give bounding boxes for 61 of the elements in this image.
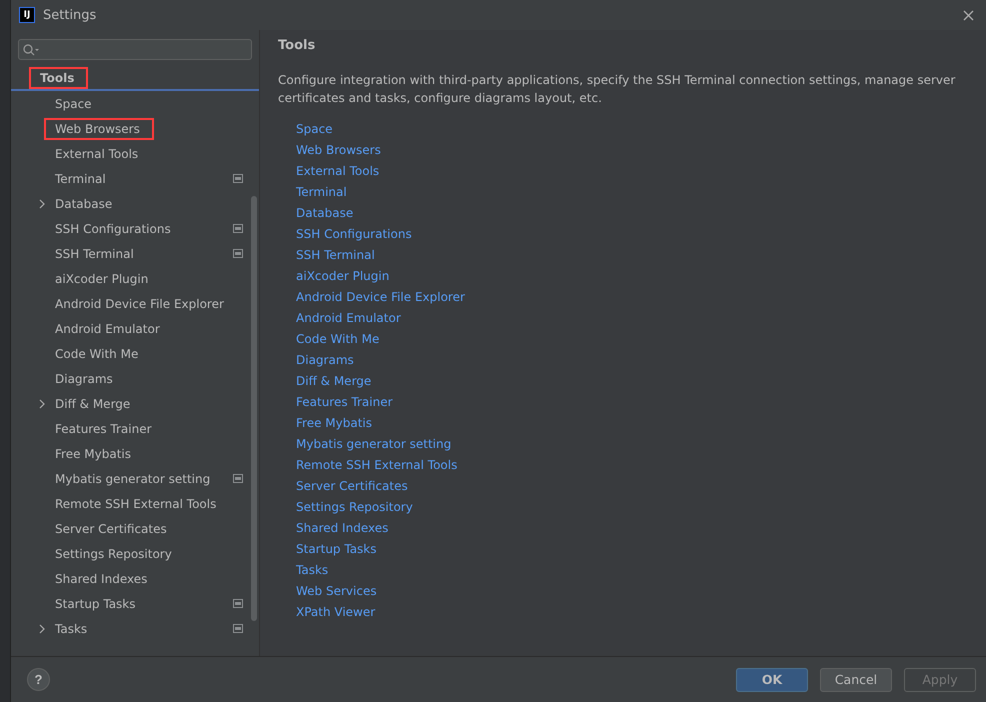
settings-link[interactable]: Android Device File Explorer xyxy=(296,287,465,308)
chevron-icon[interactable] xyxy=(39,399,45,409)
search-field[interactable] xyxy=(18,39,252,60)
close-icon[interactable] xyxy=(963,10,974,20)
scrollbar-thumb[interactable] xyxy=(251,196,257,621)
tree-item[interactable]: Free Mybatis xyxy=(11,441,259,466)
tree-item[interactable]: Terminal xyxy=(11,166,259,191)
settings-link[interactable]: Settings Repository xyxy=(296,497,413,518)
tree-item[interactable]: Android Emulator xyxy=(11,316,259,341)
tree-item[interactable]: Tasks xyxy=(11,616,259,641)
settings-link[interactable]: Free Mybatis xyxy=(296,413,372,434)
settings-link[interactable]: aiXcoder Plugin xyxy=(296,266,390,287)
chevron-icon[interactable] xyxy=(39,199,45,209)
tree-item[interactable]: aiXcoder Plugin xyxy=(11,266,259,291)
tree-item[interactable]: Android Device File Explorer xyxy=(11,291,259,316)
tree-item[interactable]: SSH Terminal xyxy=(11,241,259,266)
search-icon xyxy=(23,44,40,56)
settings-link[interactable]: External Tools xyxy=(296,161,380,182)
tree-item[interactable]: Remote SSH External Tools xyxy=(11,491,259,516)
dialog-button[interactable]: OK xyxy=(736,668,808,692)
tree-item[interactable]: Startup Tasks xyxy=(11,591,259,616)
section-title: Tools xyxy=(278,38,316,53)
settings-link[interactable]: Startup Tasks xyxy=(296,539,377,560)
tree-item[interactable]: Diagrams xyxy=(11,366,259,391)
settings-link[interactable]: Mybatis generator setting xyxy=(296,434,452,455)
settings-link[interactable]: Diff & Merge xyxy=(296,371,372,392)
tree-item[interactable]: Database xyxy=(11,191,259,216)
tree-item[interactable]: Shared Indexes xyxy=(11,566,259,591)
settings-link[interactable]: Shared Indexes xyxy=(296,518,388,539)
settings-link[interactable]: Tasks xyxy=(296,560,328,581)
help-button[interactable]: ? xyxy=(27,668,50,691)
tree-item[interactable]: Features Trainer xyxy=(11,416,259,441)
settings-link[interactable]: Remote SSH External Tools xyxy=(296,455,458,476)
settings-link[interactable]: Terminal xyxy=(296,182,347,203)
app-logo: IJ xyxy=(19,7,35,23)
tree-item[interactable]: SSH Configurations xyxy=(11,216,259,241)
settings-link[interactable]: Code With Me xyxy=(296,329,380,350)
tree-item[interactable]: External Tools xyxy=(11,141,259,166)
tree-item[interactable]: Space xyxy=(11,91,259,116)
settings-link[interactable]: Server Certificates xyxy=(296,476,408,497)
tree-item[interactable]: Settings Repository xyxy=(11,541,259,566)
settings-link[interactable]: Web Browsers xyxy=(296,140,381,161)
settings-link[interactable]: Database xyxy=(296,203,354,224)
window-title: Settings xyxy=(43,8,98,22)
settings-link[interactable]: Web Services xyxy=(296,581,377,602)
tree-item[interactable]: Web Browsers xyxy=(11,116,259,141)
dialog-button[interactable]: Cancel xyxy=(820,668,892,692)
section-description: Configure integration with third-party applications, specify the SSH Terminal connection settings, manage server certificates and tasks, configure diagrams layout, etc. xyxy=(278,72,956,107)
settings-link[interactable]: XPath Viewer xyxy=(296,602,376,623)
settings-link[interactable]: Android Emulator xyxy=(296,308,401,329)
tree-item[interactable]: Diff & Merge xyxy=(11,391,259,416)
tree-item[interactable]: Code With Me xyxy=(11,341,259,366)
chevron-icon[interactable] xyxy=(39,624,45,634)
tree-item[interactable]: Server Certificates xyxy=(11,516,259,541)
settings-link[interactable]: Diagrams xyxy=(296,350,354,371)
tree-item[interactable]: Mybatis generator setting xyxy=(11,466,259,491)
settings-link[interactable]: SSH Configurations xyxy=(296,224,412,245)
settings-link[interactable]: Features Trainer xyxy=(296,392,393,413)
settings-link[interactable]: Space xyxy=(296,119,333,140)
tree-item[interactable]: Tools xyxy=(11,66,259,91)
settings-link[interactable]: SSH Terminal xyxy=(296,245,375,266)
